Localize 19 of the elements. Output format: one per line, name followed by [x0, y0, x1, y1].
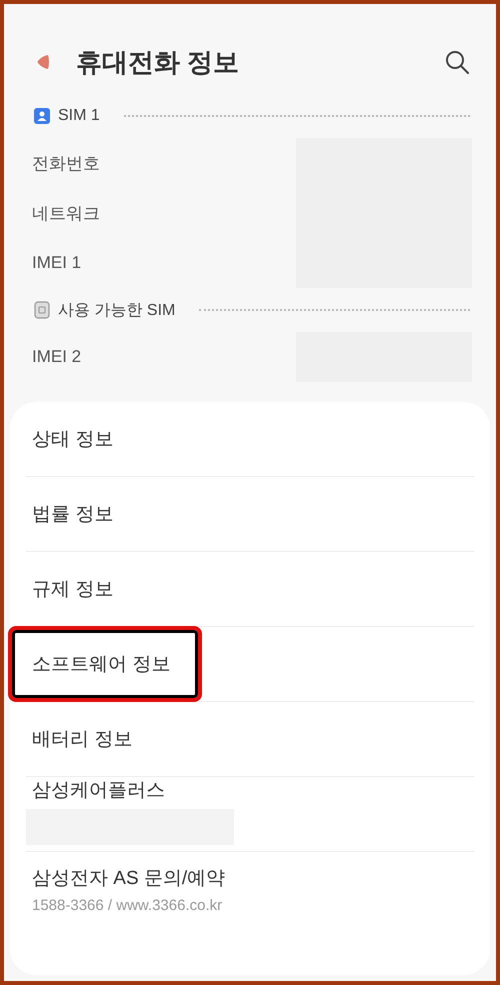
- sim-label: SIM 1: [58, 107, 100, 125]
- menu-item[interactable]: 삼성전자 AS 문의/예약: [32, 864, 226, 890]
- menu-item[interactable]: 법률 정보: [32, 501, 114, 527]
- page-title: 휴대전화 정보: [76, 46, 240, 78]
- sim-card-icon: [34, 108, 50, 124]
- support-contact: 1588-3366 / www.3366.co.kr: [32, 896, 222, 914]
- menu-item[interactable]: 삼성케어플러스: [32, 777, 165, 803]
- menu-item[interactable]: 배터리 정보: [32, 726, 132, 752]
- info-label: 전화번호: [32, 152, 101, 174]
- info-label: IMEI 2: [32, 347, 82, 367]
- menu-item[interactable]: 상태 정보: [32, 426, 114, 452]
- sim-card-icon: [34, 301, 50, 319]
- back-icon[interactable]: [36, 53, 50, 71]
- search-icon[interactable]: [444, 49, 470, 75]
- menu-item[interactable]: 규제 정보: [32, 576, 114, 602]
- sim-label: 사용 가능한 SIM: [58, 300, 176, 320]
- info-label: 네트워크: [32, 202, 101, 224]
- menu-item[interactable]: 소프트웨어 정보: [32, 651, 170, 677]
- info-label: IMEI 1: [32, 253, 82, 273]
